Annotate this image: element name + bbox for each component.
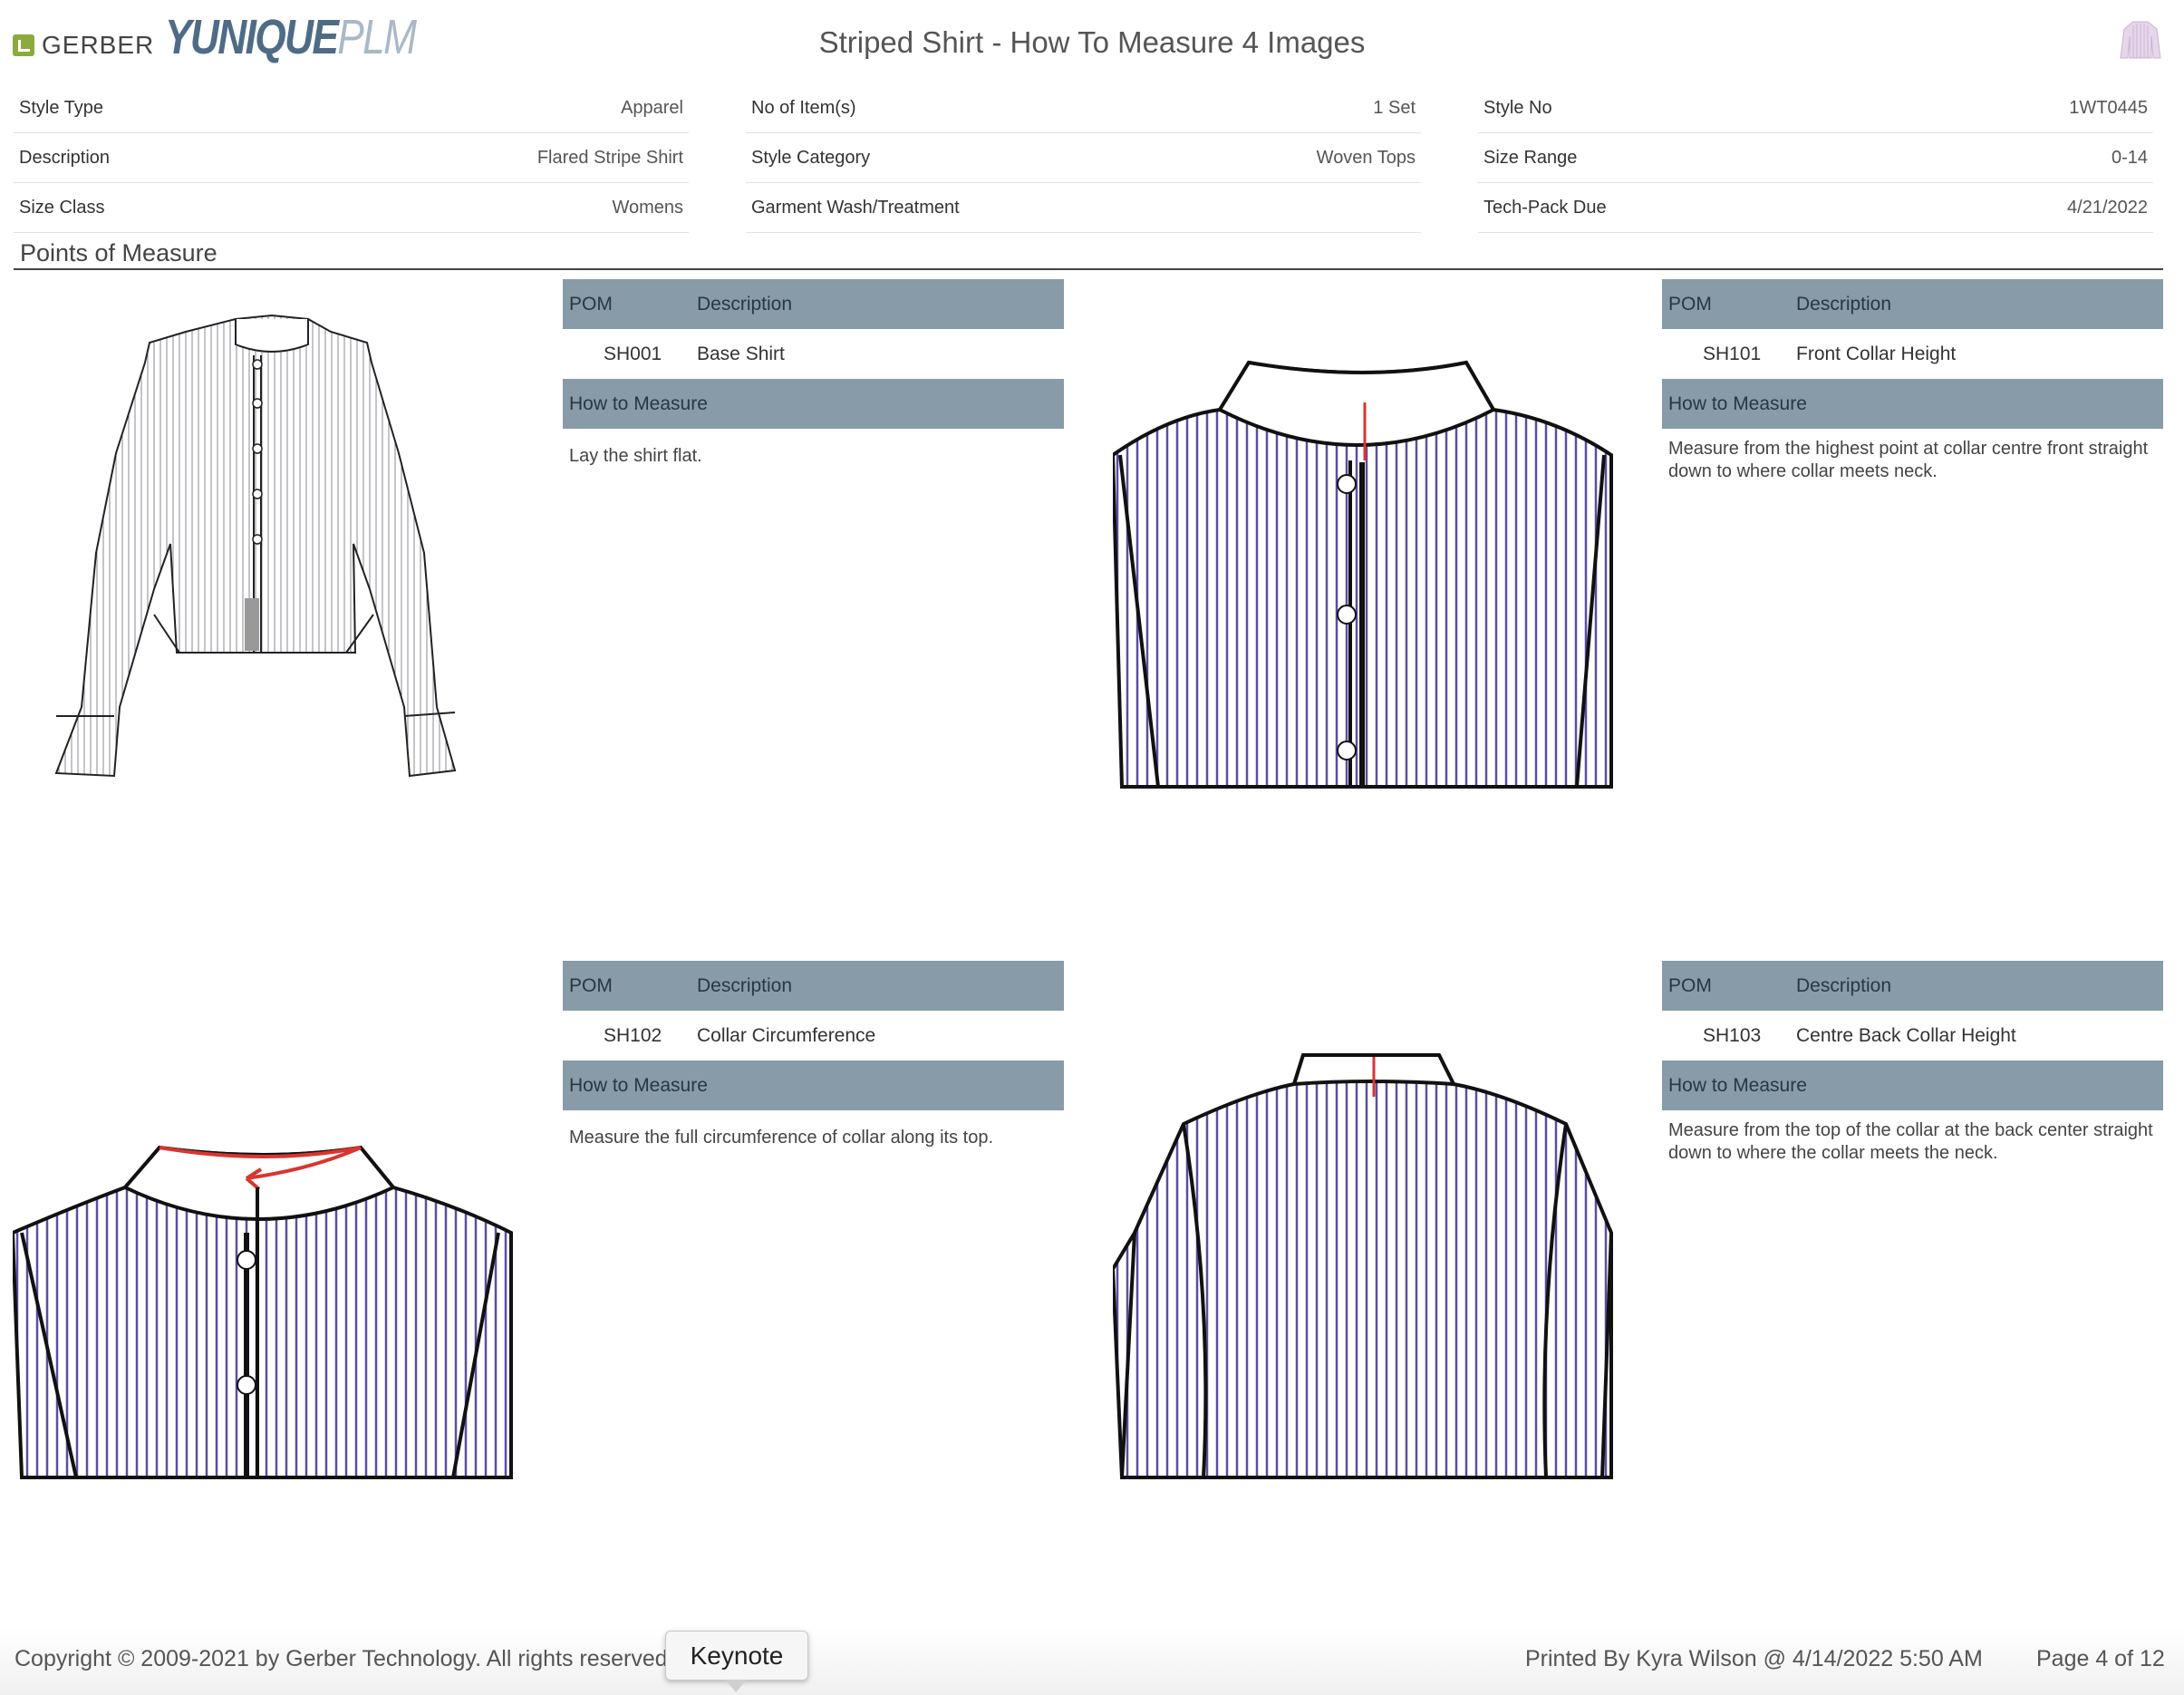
info-row-garment-wash: Garment Wash/Treatment	[746, 183, 1421, 233]
info-row-size-class: Size Class Womens	[14, 183, 689, 233]
info-column-3: Style No 1WT0445 Size Range 0-14 Tech-Pack…	[1478, 83, 2153, 233]
pom-table-header: POM Description	[563, 279, 1064, 329]
section-divider	[14, 268, 2163, 270]
pom-description: Collar Circumference	[697, 1024, 876, 1046]
how-to-measure-text: Measure the full circumference of collar…	[569, 1128, 993, 1148]
column-header-description: Description	[1796, 293, 1892, 315]
table-row: SH001 Base Shirt	[563, 329, 1064, 379]
pom-code: SH001	[604, 343, 662, 364]
pom-block-sh103: POM Description SH103 Centre Back Collar H…	[1662, 961, 2163, 1165]
pom-table-header: POM Description	[563, 961, 1064, 1011]
page-number: Page 4 of 12	[2036, 1646, 2165, 1671]
column-header-description: Description	[697, 293, 793, 315]
info-row-description: Description Flared Stripe Shirt	[14, 133, 689, 183]
how-to-measure-text: Lay the shirt flat.	[569, 446, 702, 466]
info-value: 0-14	[2111, 147, 2148, 168]
pom-code: SH103	[1703, 1024, 1762, 1046]
column-header-pom: POM	[1668, 293, 1712, 315]
pom-code: SH101	[1703, 343, 1762, 364]
info-row-tech-pack-due: Tech-Pack Due 4/21/2022	[1478, 183, 2153, 233]
info-column-2: No of Item(s) 1 Set Style Category Woven T…	[746, 83, 1421, 233]
column-header-pom: POM	[569, 293, 613, 315]
pom-table-header: POM Description	[1662, 279, 2163, 329]
info-label: Style Category	[751, 147, 871, 168]
page-header: GERBER YUNIQUEPLM Striped Shirt - How To…	[0, 0, 2184, 83]
column-header-description: Description	[1796, 974, 1892, 996]
info-label: Tech-Pack Due	[1483, 197, 1607, 218]
info-row-no-of-items: No of Item(s) 1 Set	[746, 83, 1421, 133]
column-header-pom: POM	[1668, 974, 1712, 996]
info-value: 1 Set	[1373, 97, 1416, 118]
how-to-measure-header: How to Measure	[563, 379, 1064, 429]
sketch-centre-back-collar	[1113, 1053, 1613, 1479]
copyright-text: Copyright © 2009-2021 by Gerber Technolo…	[14, 1646, 674, 1671]
table-row: SH101 Front Collar Height	[1662, 329, 2163, 379]
pom-block-sh101: POM Description SH101 Front Collar Height …	[1662, 279, 2163, 483]
document-title: Striped Shirt - How To Measure 4 Images	[818, 25, 1366, 59]
table-row: SH103 Centre Back Collar Height	[1662, 1011, 2163, 1061]
sketch-front-collar	[1113, 360, 1613, 789]
info-label: Size Class	[19, 197, 105, 218]
tooltip-pointer	[725, 1680, 747, 1692]
pom-table-header: POM Description	[1662, 961, 2163, 1011]
how-to-measure-header: How to Measure	[563, 1061, 1064, 1110]
table-row: SH102 Collar Circumference	[563, 1011, 1064, 1061]
info-label: Style Type	[19, 97, 104, 118]
info-value: Womens	[612, 197, 683, 218]
info-value: Apparel	[621, 97, 683, 118]
pom-block-sh102: POM Description SH102 Collar Circumference…	[563, 961, 1064, 1149]
info-column-1: Style Type Apparel Description Flared Stri…	[14, 83, 689, 233]
pom-code: SH102	[604, 1024, 662, 1046]
info-value: 1WT0445	[2069, 97, 2148, 118]
info-label: Style No	[1483, 97, 1552, 118]
info-row-style-type: Style Type Apparel	[14, 83, 689, 133]
how-to-measure-text: Measure from the highest point at collar…	[1668, 439, 2149, 481]
info-value: Flared Stripe Shirt	[536, 147, 683, 168]
info-value: 4/21/2022	[2067, 197, 2148, 218]
printed-by-text: Printed By Kyra Wilson @ 4/14/2022 5:50 …	[1525, 1646, 1983, 1671]
pom-description: Centre Back Collar Height	[1796, 1024, 2016, 1046]
how-to-measure-text: Measure from the top of the collar at th…	[1668, 1120, 2153, 1163]
info-label: Size Range	[1483, 147, 1578, 168]
section-title: Points of Measure	[20, 239, 217, 266]
column-header-pom: POM	[569, 974, 613, 996]
info-value: Woven Tops	[1316, 147, 1416, 168]
pom-description: Base Shirt	[697, 343, 785, 364]
how-to-measure-header: How to Measure	[1662, 1061, 2163, 1110]
keynote-tooltip[interactable]: Keynote	[665, 1631, 808, 1680]
pom-description: Front Collar Height	[1796, 343, 1957, 364]
info-row-size-range: Size Range 0-14	[1478, 133, 2153, 183]
info-row-style-no: Style No 1WT0445	[1478, 83, 2153, 133]
how-to-measure-header: How to Measure	[1662, 379, 2163, 429]
info-label: Garment Wash/Treatment	[751, 197, 960, 218]
sketch-base-shirt	[54, 314, 457, 778]
sketch-collar-circumference	[13, 1145, 513, 1479]
pom-block-sh001: POM Description SH001 Base Shirt How to Me…	[563, 279, 1064, 468]
info-label: Description	[19, 147, 111, 168]
garment-thumbnail-icon	[2120, 21, 2161, 59]
info-row-style-category: Style Category Woven Tops	[746, 133, 1421, 183]
info-label: No of Item(s)	[751, 97, 856, 118]
column-header-description: Description	[697, 974, 793, 996]
